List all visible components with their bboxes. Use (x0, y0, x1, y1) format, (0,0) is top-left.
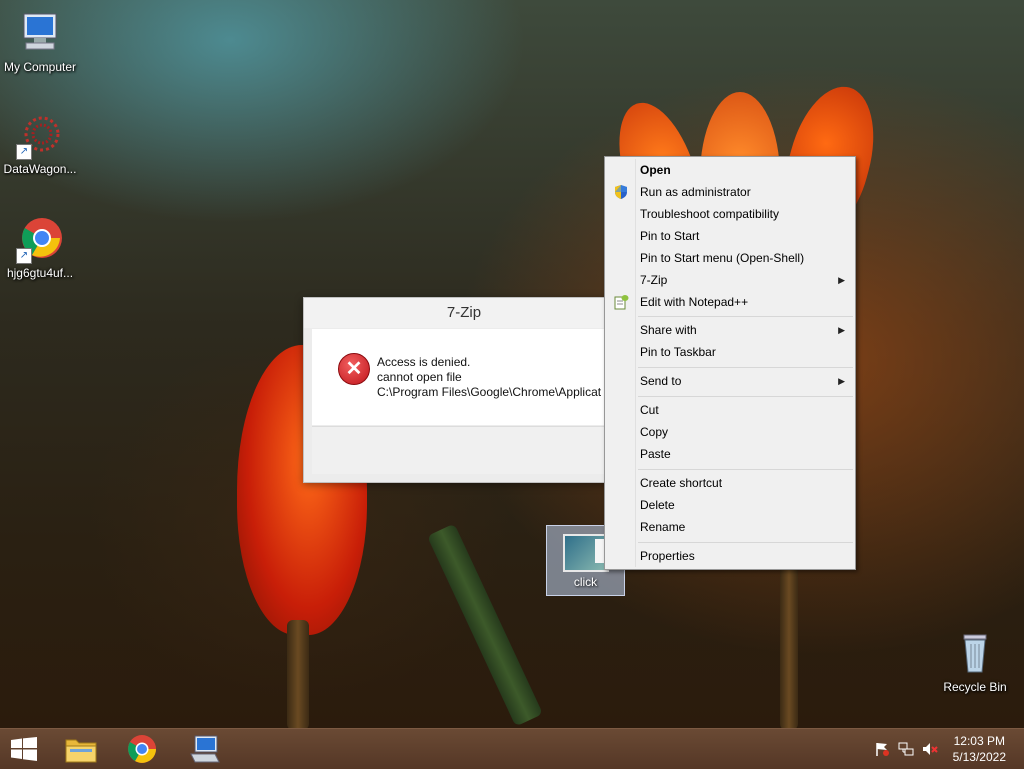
desktop-icon-my-computer[interactable]: My Computer (0, 10, 80, 74)
menu-item-label: Run as administrator (640, 185, 751, 199)
menu-separator (638, 367, 853, 368)
menu-separator (638, 469, 853, 470)
message-line: C:\Program Files\Google\Chrome\Applicat (377, 385, 602, 399)
desktop-icon-label: Recycle Bin (943, 680, 1007, 694)
notepad-plus-plus-icon (613, 294, 629, 310)
dialog-footer (312, 426, 624, 474)
shortcut-arrow-icon: ↗ (16, 248, 32, 264)
menu-item-label: 7-Zip (640, 273, 668, 287)
leaf (427, 523, 543, 727)
shortcut-arrow-icon: ↗ (16, 144, 32, 160)
menu-item-paste[interactable]: Paste (607, 443, 853, 465)
action-center-flag-icon[interactable] (874, 741, 890, 757)
tulip-stem (780, 560, 798, 728)
menu-item-label: Paste (640, 447, 671, 461)
menu-item-label: Copy (640, 425, 669, 439)
menu-item-label: Cut (640, 403, 659, 417)
system-clock[interactable]: 12:03 PM 5/13/2022 (953, 733, 1006, 765)
message-line: cannot open file (377, 370, 462, 384)
menu-item-label: Pin to Start (640, 229, 700, 243)
menu-item-7zip[interactable]: 7-Zip ▶ (607, 269, 853, 291)
start-button[interactable] (0, 729, 56, 769)
menu-item-label: Send to (640, 374, 682, 388)
error-dialog: 7-Zip ✕ Access is denied. cannot open fi… (303, 297, 625, 483)
chrome-icon (127, 734, 157, 767)
clock-date: 5/13/2022 (952, 750, 1006, 764)
context-menu: Open Run as administrator Troubleshoot c… (604, 156, 856, 570)
menu-item-cut[interactable]: Cut (607, 399, 853, 421)
taskbar: 12:03 PM 5/13/2022 (0, 728, 1024, 769)
menu-item-create-shortcut[interactable]: Create shortcut (607, 472, 853, 494)
desktop-icon-label: hjg6gtu4uf... (6, 266, 74, 280)
volume-muted-icon[interactable] (922, 741, 938, 757)
menu-item-label: Create shortcut (640, 476, 723, 490)
submenu-arrow-icon: ▶ (838, 376, 845, 386)
menu-item-pin-to-taskbar[interactable]: Pin to Taskbar (607, 341, 853, 363)
submenu-arrow-icon: ▶ (838, 275, 845, 285)
folder-icon (64, 734, 98, 767)
menu-item-pin-to-start[interactable]: Pin to Start (607, 225, 853, 247)
shield-icon (613, 184, 629, 200)
desktop-icon-recycle-bin[interactable]: Recycle Bin (935, 630, 1015, 694)
menu-item-edit-with-notepad[interactable]: Edit with Notepad++ (607, 291, 853, 313)
message-line: Access is denied. (377, 355, 471, 369)
tulip-stem (287, 620, 309, 728)
menu-item-pin-to-start-menu-open-shell[interactable]: Pin to Start menu (Open-Shell) (607, 247, 853, 269)
menu-item-rename[interactable]: Rename (607, 516, 853, 538)
menu-item-run-as-admin[interactable]: Run as administrator (607, 181, 853, 203)
menu-separator (638, 542, 853, 543)
dragged-file-label: click (573, 575, 598, 589)
taskbar-chrome[interactable] (116, 729, 172, 769)
menu-item-label: Rename (640, 520, 686, 534)
menu-item-send-to[interactable]: Send to ▶ (607, 370, 853, 392)
taskbar-remote-app[interactable] (178, 729, 234, 769)
windows-logo-icon (10, 737, 38, 764)
taskbar-file-explorer[interactable] (54, 729, 110, 769)
chrome-icon: ↗ (16, 216, 64, 264)
desktop-icon-label: DataWagon... (3, 162, 77, 176)
submenu-arrow-icon: ▶ (838, 325, 845, 335)
menu-item-open[interactable]: Open (607, 159, 853, 181)
menu-item-label: Edit with Notepad++ (640, 295, 749, 309)
menu-item-label: Delete (640, 498, 675, 512)
menu-item-label: Troubleshoot compatibility (640, 207, 779, 221)
menu-item-label: Share with (640, 323, 697, 337)
menu-item-label: Open (640, 163, 671, 177)
computer-icon (16, 10, 64, 58)
computer-network-icon (189, 734, 221, 767)
dialog-title[interactable]: 7-Zip (304, 298, 624, 328)
menu-item-label: Properties (640, 549, 695, 563)
menu-item-properties[interactable]: Properties (607, 545, 853, 567)
datawagon-icon: ↗ (16, 112, 64, 160)
menu-item-copy[interactable]: Copy (607, 421, 853, 443)
file-thumbnail-icon (562, 534, 609, 572)
menu-separator (638, 396, 853, 397)
menu-separator (638, 316, 853, 317)
menu-item-troubleshoot[interactable]: Troubleshoot compatibility (607, 203, 853, 225)
desktop-icon-label: My Computer (3, 60, 77, 74)
menu-item-delete[interactable]: Delete (607, 494, 853, 516)
clock-time: 12:03 PM (953, 734, 1005, 748)
network-icon[interactable] (898, 741, 914, 757)
recycle-bin-icon (951, 630, 999, 678)
error-icon: ✕ (338, 353, 370, 385)
desktop-icon-chrome-shortcut[interactable]: ↗ hjg6gtu4uf... (0, 216, 80, 280)
menu-item-label: Pin to Start menu (Open-Shell) (640, 251, 805, 265)
menu-item-label: Pin to Taskbar (640, 345, 716, 359)
dialog-content: ✕ Access is denied. cannot open file C:\… (312, 329, 624, 425)
desktop-icon-datawagon[interactable]: ↗ DataWagon... (0, 112, 80, 176)
dialog-message: Access is denied. cannot open file C:\Pr… (377, 355, 601, 400)
menu-item-share-with[interactable]: Share with ▶ (607, 319, 853, 341)
